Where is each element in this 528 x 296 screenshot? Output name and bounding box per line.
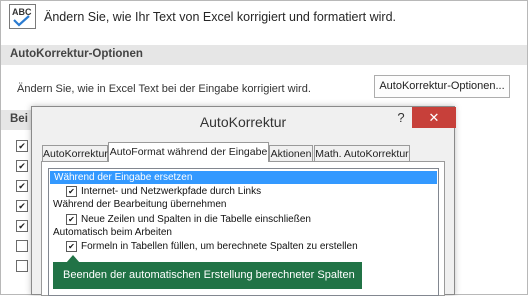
svg-text:ABC: ABC [12,7,32,17]
group-label: Automatisch beim Arbeiten [53,227,172,238]
option-internet-paths[interactable]: ✔ Internet- und Netzwerkpfade durch Link… [49,185,438,198]
autocorrect-description: Ändern Sie, wie in Excel Text bei der Ei… [17,83,311,95]
help-icon[interactable]: ? [394,109,408,127]
tab-math-autokorrektur[interactable]: Math. AutoKorrektur [314,145,410,161]
tab-autoformat[interactable]: AutoFormat während der Eingabe [108,142,269,162]
group-label: Während der Eingabe ersetzen [54,172,193,183]
checkbox-fill-formulas[interactable]: ✔ [66,241,77,252]
background-checkbox-3[interactable]: ✔ [16,180,28,192]
autocorrect-options-button[interactable]: AutoKorrektur-Optionen... [374,75,510,98]
autocorrect-section-title: AutoKorrektur-Optionen [10,48,143,60]
option-fill-formulas[interactable]: ✔ Formeln in Tabellen füllen, um berechn… [49,240,438,253]
tab-autokorrektur[interactable]: AutoKorrektur [42,145,108,161]
background-checkbox-2[interactable]: ✔ [16,160,28,172]
group-automatically-as-you-work: Automatisch beim Arbeiten [49,226,438,239]
option-label: Neue Zeilen und Spalten in die Tabelle e… [81,214,311,225]
background-checkbox-1[interactable]: ✔ [16,140,28,152]
abc-check-icon: ABC [9,4,36,29]
autocorrect-section-header: AutoKorrektur-Optionen [1,45,527,65]
tab-aktionen[interactable]: Aktionen [269,145,313,161]
option-include-rows-columns[interactable]: ✔ Neue Zeilen und Spalten in die Tabelle… [49,213,438,226]
background-checkbox-7[interactable] [16,260,28,272]
background-checkbox-4[interactable]: ✔ [16,200,28,212]
second-section-title: Bei [10,113,28,125]
group-while-editing-apply: Während der Bearbeitung übernehmen [49,198,438,211]
close-icon[interactable]: ✕ [412,107,456,128]
option-label: Internet- und Netzwerkpfade durch Links [81,186,262,197]
option-label: Formeln in Tabellen füllen, um berechnet… [81,241,358,252]
checkbox-internet-paths[interactable]: ✔ [66,186,77,197]
background-checkbox-5[interactable]: ✔ [16,220,28,232]
background-checkbox-6[interactable] [16,240,28,252]
checkbox-include-rows-columns[interactable]: ✔ [66,214,77,225]
dialog-title: AutoKorrektur [199,114,287,130]
group-label: Während der Bearbeitung übernehmen [53,199,227,210]
callout-tooltip: Beenden der automatischen Erstellung ber… [53,262,362,289]
group-while-typing-replace[interactable]: Während der Eingabe ersetzen [50,171,437,184]
second-section-header: Bei [1,110,31,130]
info-text: Ändern Sie, wie Ihr Text von Excel korri… [44,10,396,24]
